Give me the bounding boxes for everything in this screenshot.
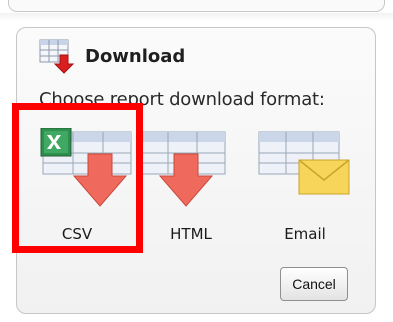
previous-panel-edge xyxy=(8,0,385,12)
email-icon xyxy=(258,131,350,195)
html-label: HTML xyxy=(170,225,212,243)
download-report-icon xyxy=(39,39,75,74)
dialog-title-row: Download xyxy=(39,38,185,74)
html-download-icon xyxy=(138,131,226,207)
email-label: Email xyxy=(284,225,326,243)
dialog-title: Download xyxy=(85,45,186,67)
html-option[interactable]: HTML xyxy=(137,128,245,246)
email-option[interactable]: Email xyxy=(253,128,363,246)
selection-highlight xyxy=(12,103,143,253)
cancel-button[interactable]: Cancel xyxy=(280,267,348,301)
background-shadow xyxy=(0,13,393,21)
